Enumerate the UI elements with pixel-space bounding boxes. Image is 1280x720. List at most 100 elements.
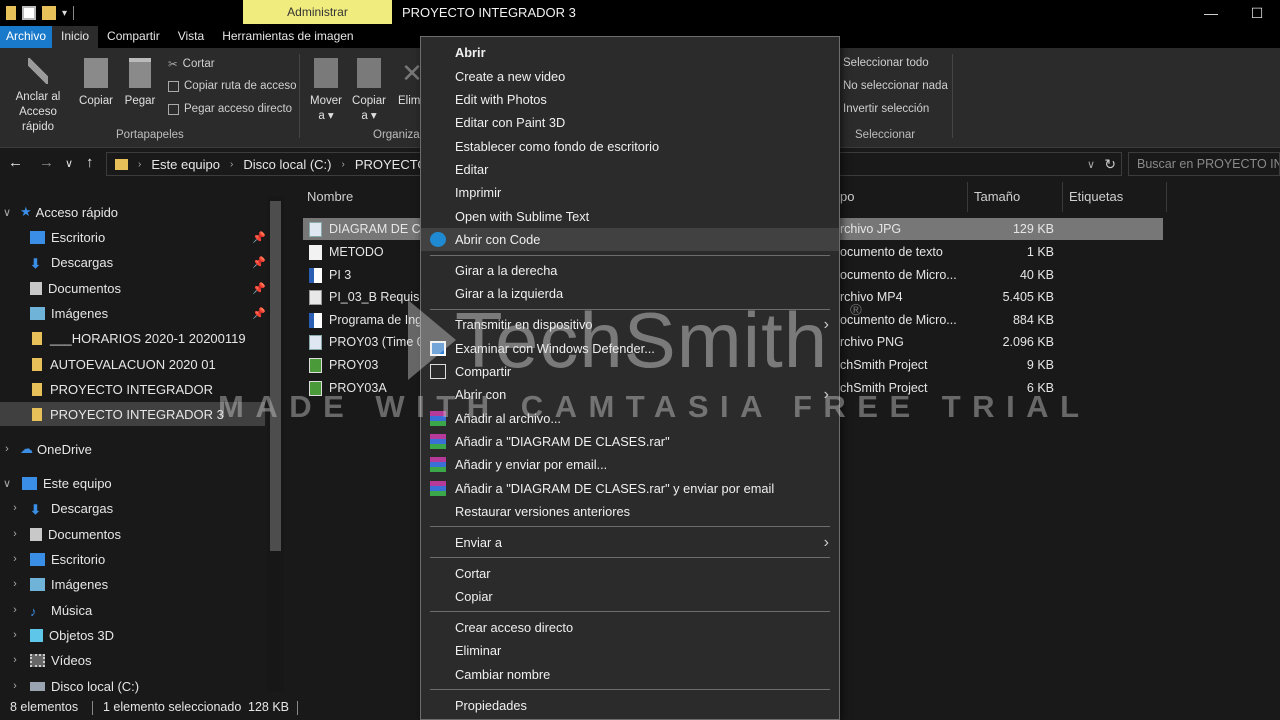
back-arrow-icon[interactable]: ← <box>8 154 23 171</box>
image-file-icon <box>309 335 322 350</box>
copy-to-button[interactable]: Copiar a ▾ <box>351 58 387 124</box>
expand-chevron-icon[interactable]: › <box>8 553 22 565</box>
music-icon: ♪ <box>30 603 37 619</box>
nav-imagenes[interactable]: Imágenes 📌 <box>0 301 285 325</box>
nav-este-equipo[interactable]: ∨ Este equipo <box>0 471 285 495</box>
nav-pc-descargas[interactable]: › ⬇ Descargas <box>0 496 285 520</box>
column-divider[interactable] <box>1166 182 1167 212</box>
address-dropdown-icon[interactable]: ∨ <box>1087 158 1095 171</box>
paste-button[interactable]: Pegar <box>120 58 160 109</box>
paste-shortcut-button[interactable]: Pegar acceso directo <box>168 103 292 115</box>
menu-item-open-code[interactable]: Abrir con Code <box>421 228 839 251</box>
expand-chevron-icon[interactable]: › <box>8 502 22 514</box>
recent-chevron-icon[interactable]: ∨ <box>65 157 73 170</box>
menu-item-rename[interactable]: Cambiar nombre <box>421 663 839 686</box>
properties-check-icon[interactable] <box>22 6 36 20</box>
nav-documentos[interactable]: Documentos 📌 <box>0 276 285 300</box>
expand-chevron-icon[interactable]: › <box>8 604 22 616</box>
menu-item-add-rar-email[interactable]: Añadir a "DIAGRAM DE CLASES.rar" y envia… <box>421 477 839 500</box>
nav-label: Descargas <box>51 254 114 270</box>
copy-path-icon <box>168 80 179 92</box>
menu-item-propiedades[interactable]: Propiedades <box>421 694 839 717</box>
move-to-button[interactable]: Mover a ▾ <box>308 58 344 124</box>
nav-quick-access[interactable]: ∨ ★ Acceso rápido <box>0 200 285 224</box>
nav-pc-musica[interactable]: › ♪ Música <box>0 598 285 622</box>
menu-item-abrir[interactable]: Abrir <box>421 41 839 64</box>
file-type: rchivo JPG <box>840 222 902 236</box>
file-size: 9 KB <box>1026 358 1054 372</box>
menu-item-create-video[interactable]: Create a new video <box>421 65 839 88</box>
menu-item-imprimir[interactable]: Imprimir <box>421 181 839 204</box>
nav-pc-videos[interactable]: › Vídeos <box>0 648 285 672</box>
copy-path-button[interactable]: Copiar ruta de acceso <box>168 80 297 92</box>
collapse-chevron-icon[interactable]: ∨ <box>0 477 14 490</box>
column-header-tags[interactable]: Etiquetas <box>1063 182 1123 212</box>
nav-folder-autoevaluacion[interactable]: AUTOEVALACUON 2020 01 <box>0 352 285 376</box>
breadcrumb-este-equipo[interactable]: Este equipo <box>151 157 220 172</box>
refresh-icon[interactable]: ↻ <box>1104 156 1116 173</box>
folder-icon[interactable] <box>6 6 16 20</box>
copy-button[interactable]: Copiar <box>76 58 116 109</box>
status-divider <box>297 701 298 715</box>
menu-item-cortar[interactable]: Cortar <box>421 562 839 585</box>
menu-item-add-rar[interactable]: Añadir a "DIAGRAM DE CLASES.rar" <box>421 430 839 453</box>
expand-chevron-icon[interactable]: › <box>8 629 22 641</box>
menu-item-editar[interactable]: Editar <box>421 158 839 181</box>
expand-chevron-icon[interactable]: › <box>8 654 22 666</box>
invert-selection-label: Invertir selección <box>843 103 930 115</box>
contextual-tab-administrar[interactable]: Administrar <box>243 0 392 24</box>
search-input[interactable]: Buscar en PROYECTO INTE <box>1128 152 1280 176</box>
collapse-chevron-icon[interactable]: ∨ <box>0 206 14 219</box>
maximize-button[interactable]: ☐ <box>1234 0 1280 26</box>
menu-item-set-wallpaper[interactable]: Establecer como fondo de escritorio <box>421 135 839 158</box>
nav-pc-disco-local[interactable]: › Disco local (C:) <box>0 674 285 698</box>
invert-selection-button[interactable]: Invertir selección <box>843 103 929 115</box>
watermark-brand: TechSmith <box>455 296 829 384</box>
column-header-name[interactable]: Nombre <box>301 182 353 212</box>
nav-onedrive[interactable]: › ☁ OneDrive <box>0 437 285 461</box>
menu-item-edit-photos[interactable]: Edit with Photos <box>421 88 839 111</box>
desktop-icon <box>30 230 45 244</box>
menu-separator <box>430 526 830 527</box>
breadcrumb-disco-local[interactable]: Disco local (C:) <box>243 157 331 172</box>
tab-compartir[interactable]: Compartir <box>98 26 169 48</box>
select-none-button[interactable]: No seleccionar nada <box>843 80 948 92</box>
nav-descargas[interactable]: ⬇ Descargas 📌 <box>0 250 285 274</box>
menu-item-sublime[interactable]: Open with Sublime Text <box>421 205 839 228</box>
column-header-size[interactable]: Tamaño <box>968 182 1020 212</box>
menu-item-paint-3d[interactable]: Editar con Paint 3D <box>421 111 839 134</box>
nav-pc-escritorio[interactable]: › Escritorio <box>0 547 285 571</box>
tab-vista[interactable]: Vista <box>169 26 213 48</box>
qat-dropdown-icon[interactable]: ▾ <box>62 8 67 19</box>
tab-archivo[interactable]: Archivo <box>0 26 53 48</box>
delete-button[interactable]: ✕ Elim <box>398 58 420 109</box>
nav-pc-documentos[interactable]: › Documentos <box>0 522 285 546</box>
menu-item-copiar[interactable]: Copiar <box>421 585 839 608</box>
menu-item-add-email[interactable]: Añadir y enviar por email... <box>421 453 839 476</box>
menu-item-restore-versions[interactable]: Restaurar versiones anteriores <box>421 500 839 523</box>
menu-item-rotate-right[interactable]: Girar a la derecha <box>421 259 839 282</box>
expand-chevron-icon[interactable]: › <box>0 443 14 455</box>
cut-button[interactable]: ✂ Cortar <box>168 57 215 71</box>
expand-chevron-icon[interactable]: › <box>8 528 22 540</box>
copy-path-label: Copiar ruta de acceso <box>184 80 297 92</box>
nav-folder-horarios[interactable]: ___HORARIOS 2020-1 20200119 <box>0 326 285 350</box>
menu-item-eliminar[interactable]: Eliminar <box>421 639 839 662</box>
select-all-button[interactable]: Seleccionar todo <box>843 57 929 69</box>
tab-inicio[interactable]: Inicio <box>52 26 99 48</box>
menu-item-label: Enviar a <box>455 535 502 550</box>
expand-chevron-icon[interactable]: › <box>8 680 22 692</box>
menu-item-create-shortcut[interactable]: Crear acceso directo <box>421 616 839 639</box>
nav-pc-objetos-3d[interactable]: › Objetos 3D <box>0 623 285 647</box>
forward-arrow-icon[interactable]: → <box>39 154 54 171</box>
new-folder-icon[interactable] <box>42 6 56 20</box>
pin-quick-access-button[interactable]: Anclar al Acceso rápido <box>2 58 74 135</box>
expand-chevron-icon[interactable]: › <box>8 578 22 590</box>
minimize-button[interactable]: — <box>1188 0 1234 26</box>
nav-scrollbar-thumb[interactable] <box>270 201 281 551</box>
menu-item-send-to[interactable]: Enviar a › <box>421 531 839 554</box>
nav-pc-imagenes[interactable]: › Imágenes <box>0 572 285 596</box>
up-arrow-icon[interactable]: ↑ <box>86 154 94 171</box>
nav-escritorio[interactable]: Escritorio 📌 <box>0 225 285 249</box>
tab-herramientas-imagen[interactable]: Herramientas de imagen <box>213 26 362 48</box>
